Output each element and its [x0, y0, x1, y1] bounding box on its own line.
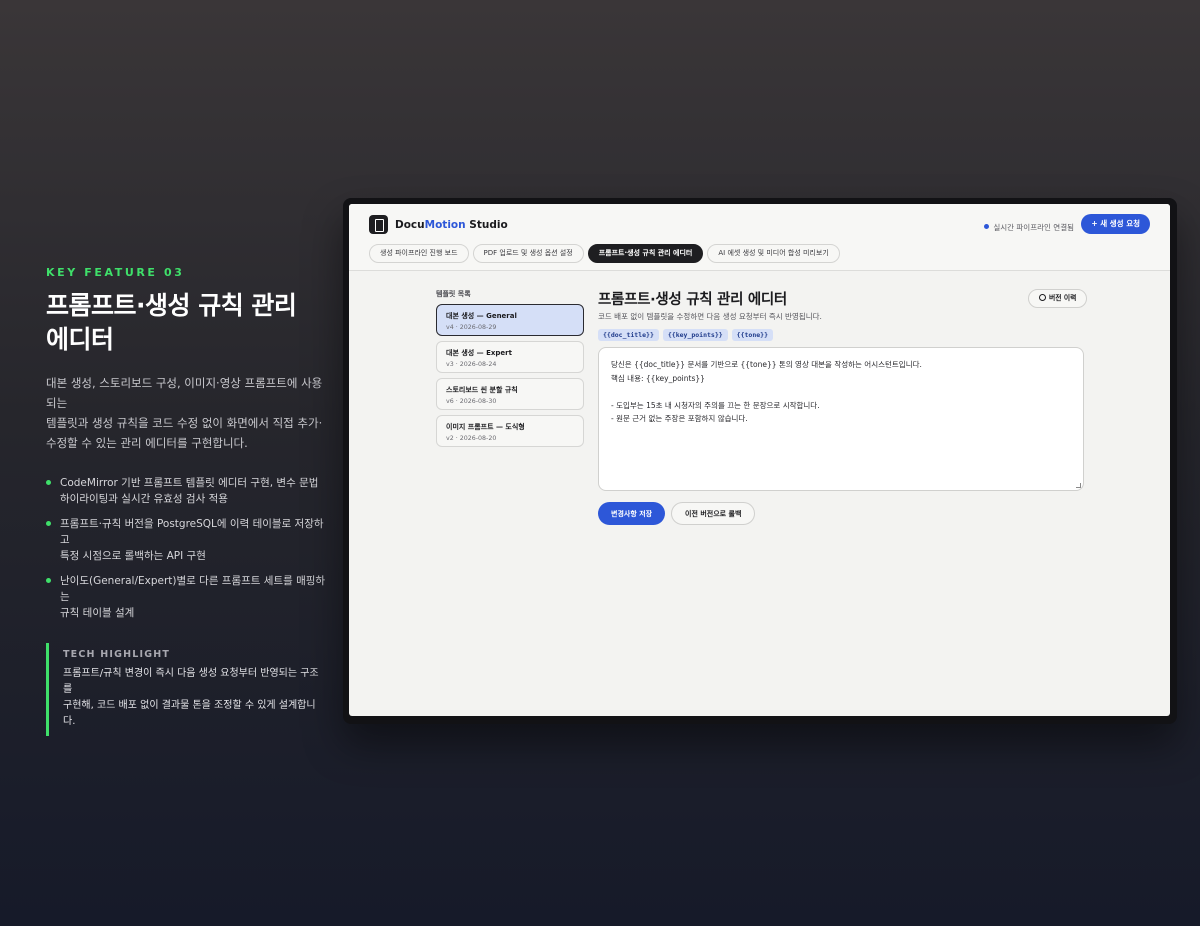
tab-prompt-editor[interactable]: 프롬프트·생성 규칙 관리 에디터	[587, 244, 704, 263]
editor-line: - 원문 근거 없는 주장은 포함하지 않습니다.	[611, 414, 748, 423]
template-name: 대본 생성 — Expert	[446, 349, 512, 357]
tab-pdf-upload[interactable]: PDF 업로드 및 생성 옵션 설정	[472, 244, 584, 263]
editor-line: 핵심 내용: {{key_points}}	[611, 373, 705, 383]
tech-highlight: TECH HIGHLIGHT 프롬프트/규칙 변경이 즉시 다음 생성 요청부터…	[46, 643, 326, 736]
variable-chip[interactable]: {{key_points}}	[662, 329, 728, 341]
desc-line: 템플릿과 생성 규칙을 코드 수정 없이 화면에서 직접 추가·	[46, 416, 323, 430]
feature-bullet: 프롬프트·규칙 버전을 PostgreSQL에 이력 테이블로 저장하고 특정 시…	[46, 516, 326, 564]
variable-chip[interactable]: {{doc_title}}	[598, 329, 659, 341]
variable-chips: {{doc_title}} {{key_points}} {{tone}}	[598, 329, 773, 341]
desc-line: 수정할 수 있는 관리 에디터를 구현합니다.	[46, 436, 248, 450]
template-name: 스토리보드 씬 분할 규칙	[446, 386, 518, 394]
editor-line: - 도입부는 15초 내 시청자의 주의를 끄는 한 문장으로 시작합니다.	[611, 400, 820, 410]
feature-kicker: KEY FEATURE 03	[46, 266, 185, 279]
template-item[interactable]: 이미지 프롬프트 — 도식형 v2 · 2026-08-20	[436, 415, 584, 447]
variable-chip[interactable]: {{tone}}	[731, 329, 773, 341]
version-history-button[interactable]: 버전 이력	[1028, 289, 1088, 308]
template-list: 대본 생성 — General v4 · 2026-08-29 대본 생성 — …	[436, 304, 584, 452]
desc-line: 대본 생성, 스토리보드 구성, 이미지·영상 프롬프트에 사용되는	[46, 376, 323, 410]
template-meta: v3 · 2026-08-24	[446, 361, 497, 368]
editor-subtitle: 코드 배포 없이 템플릿을 수정하면 다음 생성 요청부터 즉시 반영됩니다.	[598, 312, 822, 321]
app-logo-icon	[369, 215, 388, 234]
template-meta: v2 · 2026-08-20	[446, 435, 497, 442]
main-tabs: 생성 파이프라인 진행 보드 PDF 업로드 및 생성 옵션 설정 프롬프트·생…	[369, 244, 840, 263]
new-request-button[interactable]: + 새 생성 요청	[1081, 214, 1150, 234]
laptop-frame: DocuMotion Studio 실시간 파이프라인 연결됨 + 새 생성 요…	[343, 198, 1177, 724]
rollback-button[interactable]: 이전 버전으로 롤백	[671, 502, 756, 525]
feature-bullet: 난이도(General/Expert)별로 다른 프롬프트 세트를 매핑하는 규칙…	[46, 573, 326, 621]
template-item[interactable]: 대본 생성 — General v4 · 2026-08-29	[436, 304, 584, 336]
template-item[interactable]: 스토리보드 씬 분할 규칙 v6 · 2026-08-30	[436, 378, 584, 410]
template-meta: v4 · 2026-08-29	[446, 324, 497, 331]
tab-pipeline-board[interactable]: 생성 파이프라인 진행 보드	[369, 244, 469, 263]
feature-panel: KEY FEATURE 03 프롬프트·생성 규칙 관리 에디터 대본 생성, …	[46, 266, 326, 736]
app-header: DocuMotion Studio 실시간 파이프라인 연결됨 + 새 생성 요…	[349, 204, 1170, 271]
editor-line: 당신은 {{doc_title}} 문서를 기반으로 {{tone}} 톤의 영…	[611, 360, 922, 369]
template-name: 이미지 프롬프트 — 도식형	[446, 423, 525, 431]
history-clock-icon	[1039, 294, 1046, 301]
save-changes-button[interactable]: 변경사항 저장	[598, 502, 666, 525]
prompt-code-editor[interactable]: 당신은 {{doc_title}} 문서를 기반으로 {{tone}} 톤의 영…	[598, 347, 1084, 491]
tech-highlight-title: TECH HIGHLIGHT	[63, 649, 171, 660]
pipeline-status: 실시간 파이프라인 연결됨	[984, 222, 1074, 233]
feature-description: 대본 생성, 스토리보드 구성, 이미지·영상 프롬프트에 사용되는 템플릿과 …	[46, 373, 326, 453]
status-dot-icon	[984, 224, 990, 229]
template-name: 대본 생성 — General	[446, 312, 517, 320]
tech-highlight-body: 프롬프트/규칙 변경이 즉시 다음 생성 요청부터 반영되는 구조를 구현해, 코…	[63, 668, 319, 727]
tab-ai-asset-preview[interactable]: AI 에셋 생성 및 미디어 합성 미리보기	[707, 244, 840, 263]
feature-bullets: CodeMirror 기반 프롬프트 템플릿 에디터 구현, 변수 문법 하이라이…	[46, 475, 326, 621]
feature-headline: 프롬프트·생성 규칙 관리 에디터	[46, 289, 326, 357]
resize-handle-icon[interactable]	[1076, 483, 1081, 488]
headline-line-2: 에디터	[46, 325, 114, 354]
template-list-title: 템플릿 목록	[436, 290, 471, 298]
headline-line-1: 프롬프트·생성 규칙 관리	[46, 291, 297, 320]
app-screen: DocuMotion Studio 실시간 파이프라인 연결됨 + 새 생성 요…	[349, 204, 1170, 716]
feature-bullet: CodeMirror 기반 프롬프트 템플릿 에디터 구현, 변수 문법 하이라이…	[46, 475, 326, 507]
app-brand: DocuMotion Studio	[395, 219, 508, 231]
template-item[interactable]: 대본 생성 — Expert v3 · 2026-08-24	[436, 341, 584, 373]
editor-title: 프롬프트·생성 규칙 관리 에디터	[598, 292, 787, 308]
template-meta: v6 · 2026-08-30	[446, 398, 497, 405]
